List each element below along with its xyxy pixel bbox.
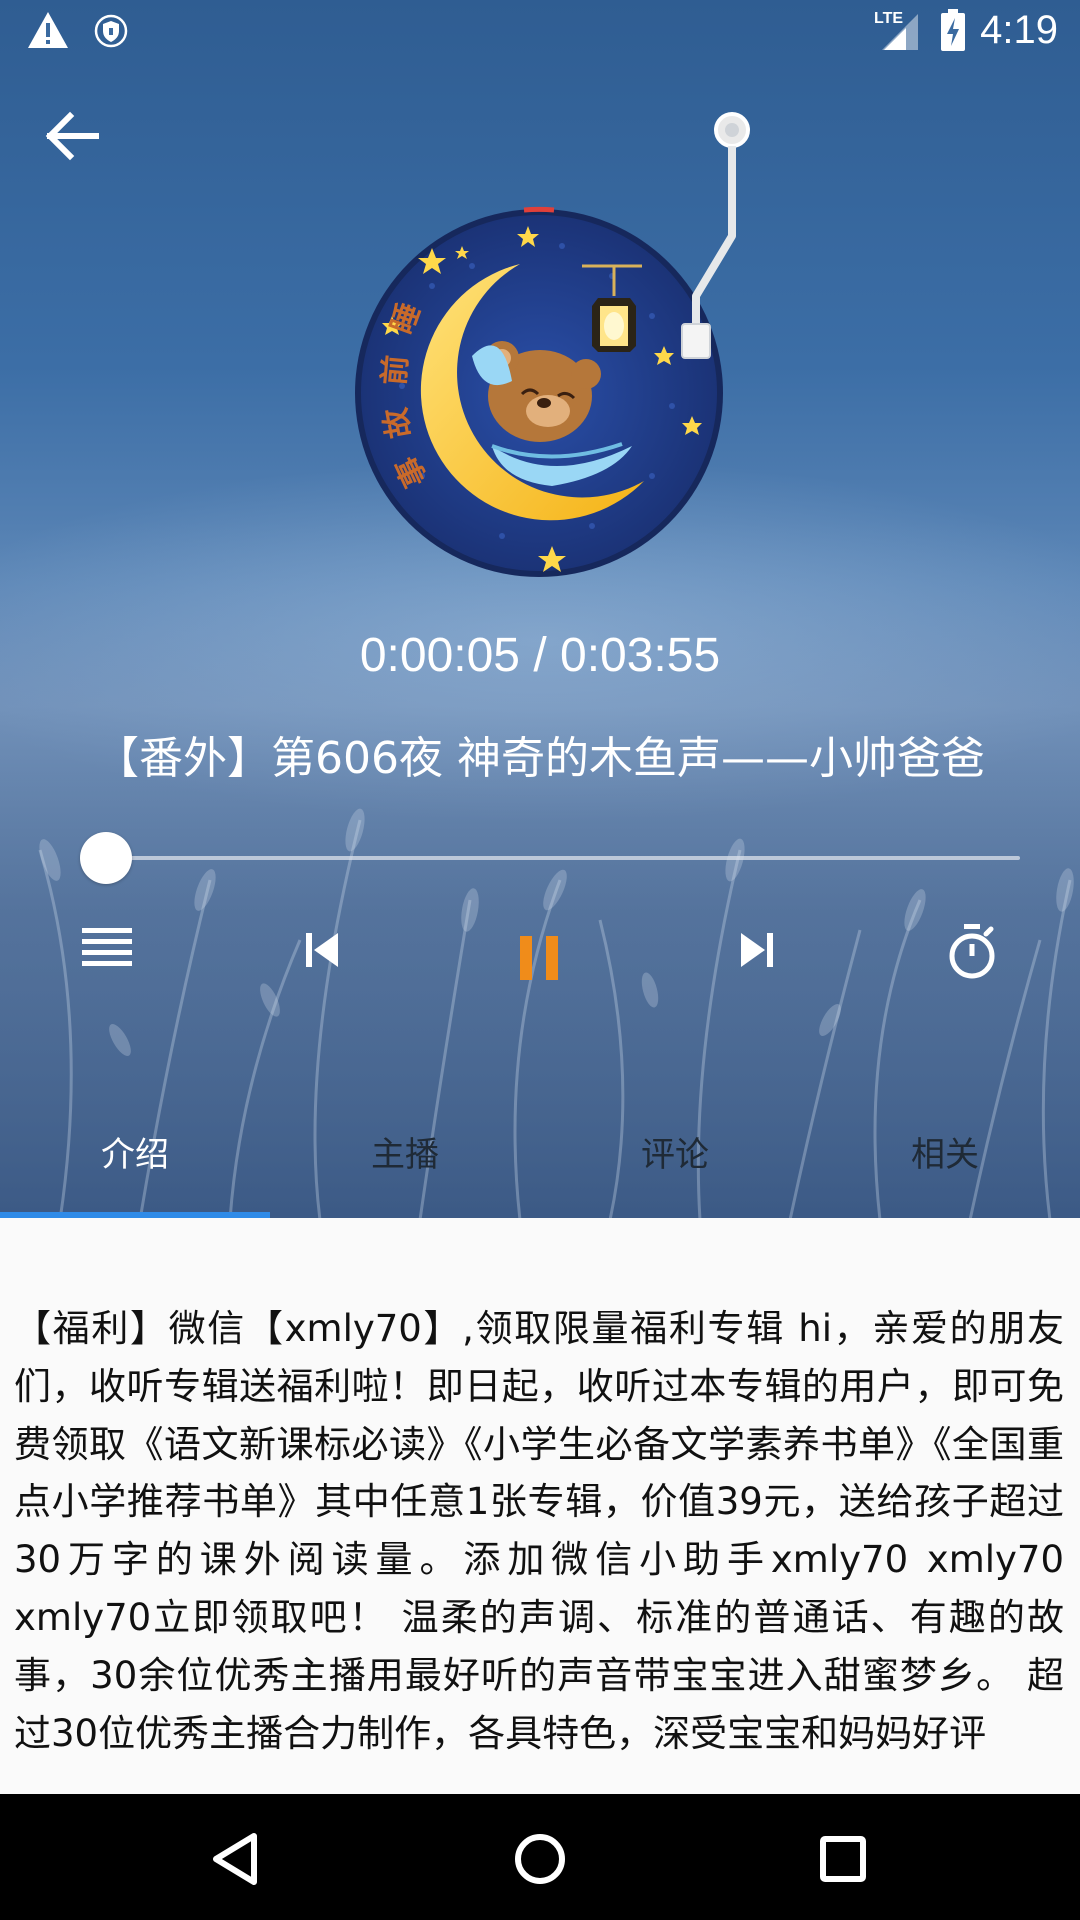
- nav-back-icon[interactable]: [202, 1824, 272, 1894]
- tab-host[interactable]: 主播: [270, 1120, 540, 1214]
- svg-text:前: 前: [377, 354, 414, 387]
- album-description: 【福利】微信【xmly70】,领取限量福利专辑 hi，亲爱的朋友们，收听专辑送福…: [14, 1307, 1064, 1755]
- skip-next-icon[interactable]: [737, 931, 775, 969]
- pause-icon[interactable]: [518, 934, 562, 982]
- tab-related[interactable]: 相关: [810, 1120, 1080, 1214]
- vpn-shield-icon: [94, 14, 128, 48]
- battery-charging-icon: [941, 9, 965, 51]
- status-bar: LTE 4:19: [0, 0, 1080, 63]
- skip-previous-icon[interactable]: [304, 931, 342, 969]
- nav-recents-icon[interactable]: [808, 1824, 878, 1894]
- grass-background-decoration: [0, 520, 1080, 1218]
- warning-icon: [28, 12, 68, 48]
- nav-home-icon[interactable]: [505, 1824, 575, 1894]
- seek-bar-thumb[interactable]: [79, 832, 132, 884]
- tab-intro[interactable]: 介绍: [0, 1120, 270, 1214]
- playback-time: 0:00:05 / 0:03:55: [359, 629, 721, 682]
- lte-signal-icon: [882, 14, 918, 50]
- tonearm-decoration: [681, 112, 750, 359]
- system-nav-bar: [0, 1794, 1080, 1920]
- detail-tabs: 介绍 主播 评论 相关: [0, 1120, 1080, 1218]
- status-time: 4:19: [980, 8, 1058, 52]
- track-title: 【番外】第606夜 神奇的木鱼声——小帅爸爸: [95, 733, 985, 784]
- intro-content: 【福利】微信【xmly70】,领取限量福利专辑 hi，亲爱的朋友们，收听专辑送福…: [0, 1218, 1080, 1794]
- seek-bar[interactable]: [79, 832, 1020, 884]
- arrow-left-icon[interactable]: [42, 108, 104, 164]
- playlist-icon[interactable]: [82, 926, 134, 970]
- sleep-timer-icon[interactable]: [946, 922, 998, 980]
- player-background: [0, 0, 1080, 1218]
- tab-comments[interactable]: 评论: [540, 1120, 810, 1214]
